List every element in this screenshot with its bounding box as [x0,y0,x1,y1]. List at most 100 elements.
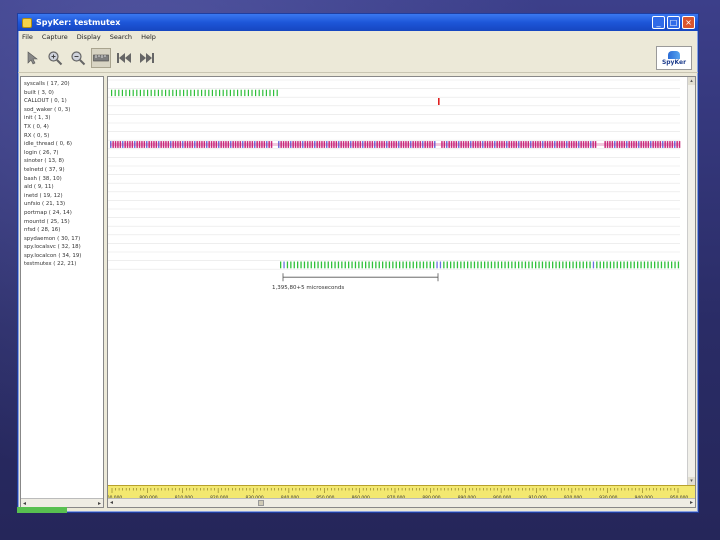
trace-mark [620,261,622,269]
event-row-label[interactable]: mountd ( 25, 15) [21,218,103,227]
trace-view[interactable]: 1,395,80+5 microseconds ▴ ▾ 000,000800,0… [107,76,696,508]
trace-mark [572,261,574,269]
event-row-label[interactable]: spydaemon ( 30, 17) [21,235,103,244]
menu-file[interactable]: File [22,33,33,41]
trace-mark [237,89,239,97]
trace-mark [575,261,578,269]
trace-mark [524,261,527,269]
trace-mark [172,89,174,97]
trace-mark [541,261,544,269]
trace-mark [371,261,374,269]
arrow-pointer-icon [27,50,38,64]
zoom-out-button[interactable] [68,48,88,68]
trace-mark [222,89,224,97]
trace-mark [300,261,302,269]
hscroll-left-arrow[interactable]: ◂ [110,499,113,507]
event-row-label[interactable]: RX ( 0, 5) [21,132,103,141]
scroll-left-arrow[interactable]: ◂ [23,500,26,507]
horizontal-scrollbar[interactable]: ◂ ▸ [108,498,695,507]
event-row-label[interactable]: login ( 26, 7) [21,149,103,158]
trace-mark [592,261,595,269]
event-row-label[interactable]: syscalls ( 17, 20) [21,80,103,89]
trace-mark [460,261,462,269]
select-tool-button[interactable] [22,48,42,68]
trace-mark [528,261,530,269]
event-row-label[interactable]: testmutex ( 22, 21) [21,260,103,269]
trace-mark [293,261,295,269]
ruler-icon [93,54,109,61]
vertical-scrollbar[interactable]: ▴ ▾ [687,77,695,485]
event-row-label[interactable]: sinoter ( 13, 8) [21,157,103,166]
event-row-label[interactable]: unfsio ( 21, 13) [21,200,103,209]
event-row-label[interactable]: idle_thread ( 0, 6) [21,140,103,149]
trace-canvas[interactable]: 1,395,80+5 microseconds [108,77,688,487]
app-icon [22,17,32,28]
zoom-in-icon [48,50,63,65]
event-row-label[interactable]: telnetd ( 37, 9) [21,166,103,175]
maximize-button[interactable]: □ [667,16,680,29]
trace-mark [439,261,442,269]
scroll-up-arrow[interactable]: ▴ [688,77,695,85]
menu-search[interactable]: Search [110,33,132,41]
trace-mark [161,89,163,97]
scroll-right-arrow[interactable]: ▸ [98,500,101,507]
event-row-label[interactable]: built ( 3, 0) [21,89,103,98]
event-row-label[interactable]: portmap ( 24, 14) [21,209,103,218]
close-button[interactable]: × [682,16,695,29]
trace-mark [150,89,152,97]
menu-capture[interactable]: Capture [42,33,68,41]
left-horizontal-scrollbar[interactable]: ◂ ▸ [21,498,103,507]
go-first-button[interactable] [114,48,134,68]
trace-mark [233,89,235,97]
trace-mark [650,261,652,269]
trace-mark [276,89,278,97]
event-row-label[interactable]: ald ( 9, 11) [21,183,103,192]
trace-mark [121,89,123,97]
event-row-label[interactable]: nfsd ( 28, 16) [21,226,103,235]
zoom-in-button[interactable] [45,48,65,68]
trace-mark [175,89,177,97]
hscroll-right-arrow[interactable]: ▸ [690,499,693,507]
trace-mark [283,261,285,269]
trace-mark [190,89,192,97]
trace-mark [273,89,275,97]
trace-mark [303,261,306,269]
trace-mark [521,261,523,269]
event-row-label[interactable]: sod_waker ( 0, 3) [21,106,103,115]
trace-mark [565,261,567,269]
go-last-button[interactable] [137,48,157,68]
scroll-down-arrow[interactable]: ▾ [688,477,695,485]
event-row-label[interactable]: inetd ( 19, 12) [21,192,103,201]
trace-mark [467,261,469,269]
trace-mark [154,89,156,97]
trace-mark [208,89,210,97]
event-row-label[interactable]: spy.localcon ( 34, 19) [21,252,103,261]
event-row-label[interactable]: CALLOUT ( 0, 1) [21,97,103,106]
trace-mark [511,261,513,269]
trace-mark [599,261,601,269]
trace-mark [327,261,329,269]
event-row-label[interactable]: init ( 1, 3) [21,114,103,123]
menu-help[interactable]: Help [141,33,156,41]
trace-mark [438,98,440,105]
trace-mark [193,89,195,97]
hscroll-thumb[interactable] [258,500,264,506]
trace-mark [654,261,656,269]
event-row-label[interactable]: spy.localsvc ( 32, 18) [21,243,103,252]
trace-mark [388,261,391,269]
minimize-button[interactable]: _ [652,16,665,29]
trace-mark [456,261,459,269]
app-window: SpyKer: testmutex _ □ × File Capture Dis… [17,13,699,513]
measure-tool-button[interactable] [91,47,111,68]
trace-mark [183,89,185,97]
menu-display[interactable]: Display [77,33,101,41]
trace-mark [535,261,537,269]
skip-back-icon [117,52,131,63]
trace-mark [480,261,482,269]
event-row-label[interactable]: bash ( 38, 10) [21,175,103,184]
trace-mark [258,89,260,97]
trace-mark [211,89,213,97]
trace-mark [269,89,271,97]
event-row-label[interactable]: TX ( 0, 4) [21,123,103,132]
trace-mark [603,261,605,269]
